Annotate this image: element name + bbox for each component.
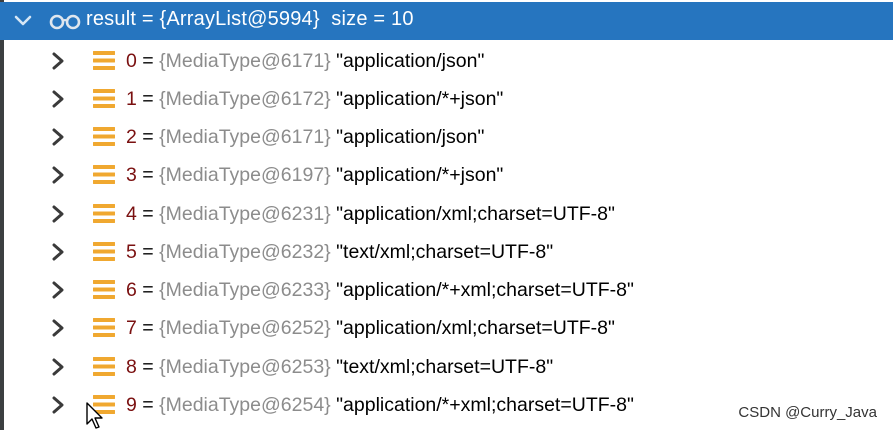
item-value: "application/json": [336, 50, 485, 72]
list-object-icon: [93, 357, 115, 376]
tree-row-text: 7 = {MediaType@6252} "application/xml;ch…: [126, 317, 615, 340]
item-separator: =: [136, 50, 160, 72]
item-index: 9: [126, 394, 137, 416]
item-separator: =: [136, 241, 160, 263]
chevron-right-icon[interactable]: [50, 127, 66, 147]
chevron-right-icon[interactable]: [50, 89, 66, 109]
list-object-icon: [93, 165, 115, 184]
chevron-right-icon[interactable]: [50, 357, 66, 377]
tree-row-item-2[interactable]: 2 = {MediaType@6171} "application/json": [0, 118, 893, 156]
tree-row-text: 2 = {MediaType@6171} "application/json": [126, 126, 484, 149]
tree-row-item-3[interactable]: 3 = {MediaType@6197} "application/*+json…: [0, 156, 893, 194]
chevron-right-icon[interactable]: [50, 318, 66, 338]
item-value: "application/*+json": [336, 164, 504, 186]
item-value: "application/json": [336, 126, 485, 148]
item-reference: {MediaType@6171}: [159, 126, 331, 148]
debugger-variables-tree: result = {ArrayList@5994} size = 10 0 = …: [0, 0, 893, 430]
tree-row-item-6[interactable]: 6 = {MediaType@6233} "application/*+xml;…: [0, 271, 893, 309]
item-reference: {MediaType@6232}: [159, 241, 331, 263]
item-reference: {MediaType@6171}: [159, 50, 331, 72]
list-object-icon: [93, 127, 115, 146]
item-reference: {MediaType@6252}: [159, 317, 331, 339]
item-separator: =: [136, 164, 160, 186]
item-index: 4: [126, 203, 137, 225]
tree-row-text: 3 = {MediaType@6197} "application/*+json…: [126, 164, 503, 187]
item-reference: {MediaType@6231}: [159, 203, 331, 225]
tree-row-item-5[interactable]: 5 = {MediaType@6232} "text/xml;charset=U…: [0, 233, 893, 271]
item-index: 1: [126, 88, 137, 110]
chevron-down-icon[interactable]: [12, 10, 34, 32]
item-value: "application/xml;charset=UTF-8": [336, 317, 615, 339]
item-value: "text/xml;charset=UTF-8": [336, 356, 554, 378]
item-separator: =: [136, 279, 160, 301]
chevron-right-icon[interactable]: [50, 204, 66, 224]
list-object-icon: [93, 280, 115, 299]
item-index: 3: [126, 164, 137, 186]
tree-row-text: 9 = {MediaType@6254} "application/*+xml;…: [126, 394, 634, 417]
item-index: 6: [126, 279, 137, 301]
watermark: CSDN @Curry_Java: [738, 404, 877, 421]
item-separator: =: [136, 394, 160, 416]
list-object-icon: [93, 89, 115, 108]
root-variable-label: result = {ArrayList@5994} size = 10: [86, 8, 414, 30]
tree-row-text: 1 = {MediaType@6172} "application/*+json…: [126, 88, 503, 111]
chevron-right-icon[interactable]: [50, 242, 66, 262]
item-reference: {MediaType@6233}: [159, 279, 331, 301]
item-index: 0: [126, 50, 137, 72]
list-object-icon: [93, 51, 115, 70]
item-value: "application/xml;charset=UTF-8": [336, 203, 615, 225]
list-object-icon: [93, 242, 115, 261]
item-value: "application/*+xml;charset=UTF-8": [336, 279, 634, 301]
tree-row-text: 8 = {MediaType@6253} "text/xml;charset=U…: [126, 356, 553, 379]
item-value: "text/xml;charset=UTF-8": [336, 241, 554, 263]
chevron-right-icon[interactable]: [50, 51, 66, 71]
item-separator: =: [136, 317, 160, 339]
list-object-icon: [93, 318, 115, 337]
item-value: "application/*+json": [336, 88, 504, 110]
tree-row-text: 4 = {MediaType@6231} "application/xml;ch…: [126, 203, 615, 226]
glasses-icon: [49, 14, 81, 30]
item-index: 5: [126, 241, 137, 263]
item-index: 7: [126, 317, 137, 339]
tree-row-item-1[interactable]: 1 = {MediaType@6172} "application/*+json…: [0, 80, 893, 118]
item-separator: =: [136, 356, 160, 378]
tree-row-text: 6 = {MediaType@6233} "application/*+xml;…: [126, 279, 634, 302]
item-reference: {MediaType@6197}: [159, 164, 331, 186]
tree-row-item-7[interactable]: 7 = {MediaType@6252} "application/xml;ch…: [0, 309, 893, 347]
item-index: 2: [126, 126, 137, 148]
chevron-right-icon[interactable]: [50, 165, 66, 185]
item-separator: =: [136, 126, 160, 148]
tree-row-item-0[interactable]: 0 = {MediaType@6171} "application/json": [0, 42, 893, 80]
item-reference: {MediaType@6172}: [159, 88, 331, 110]
mouse-cursor-icon: [86, 402, 103, 429]
item-separator: =: [136, 203, 160, 225]
tree-row-text: 0 = {MediaType@6171} "application/json": [126, 50, 484, 73]
tree-row-item-4[interactable]: 4 = {MediaType@6231} "application/xml;ch…: [0, 195, 893, 233]
item-value: "application/*+xml;charset=UTF-8": [336, 394, 634, 416]
list-object-icon: [93, 204, 115, 223]
chevron-right-icon[interactable]: [50, 280, 66, 300]
tree-row-item-8[interactable]: 8 = {MediaType@6253} "text/xml;charset=U…: [0, 348, 893, 386]
item-separator: =: [136, 88, 160, 110]
item-index: 8: [126, 356, 137, 378]
tree-root-row-result[interactable]: result = {ArrayList@5994} size = 10: [0, 2, 893, 40]
tree-row-text: 5 = {MediaType@6232} "text/xml;charset=U…: [126, 241, 553, 264]
chevron-right-icon[interactable]: [50, 395, 66, 415]
item-reference: {MediaType@6254}: [159, 394, 331, 416]
item-reference: {MediaType@6253}: [159, 356, 331, 378]
